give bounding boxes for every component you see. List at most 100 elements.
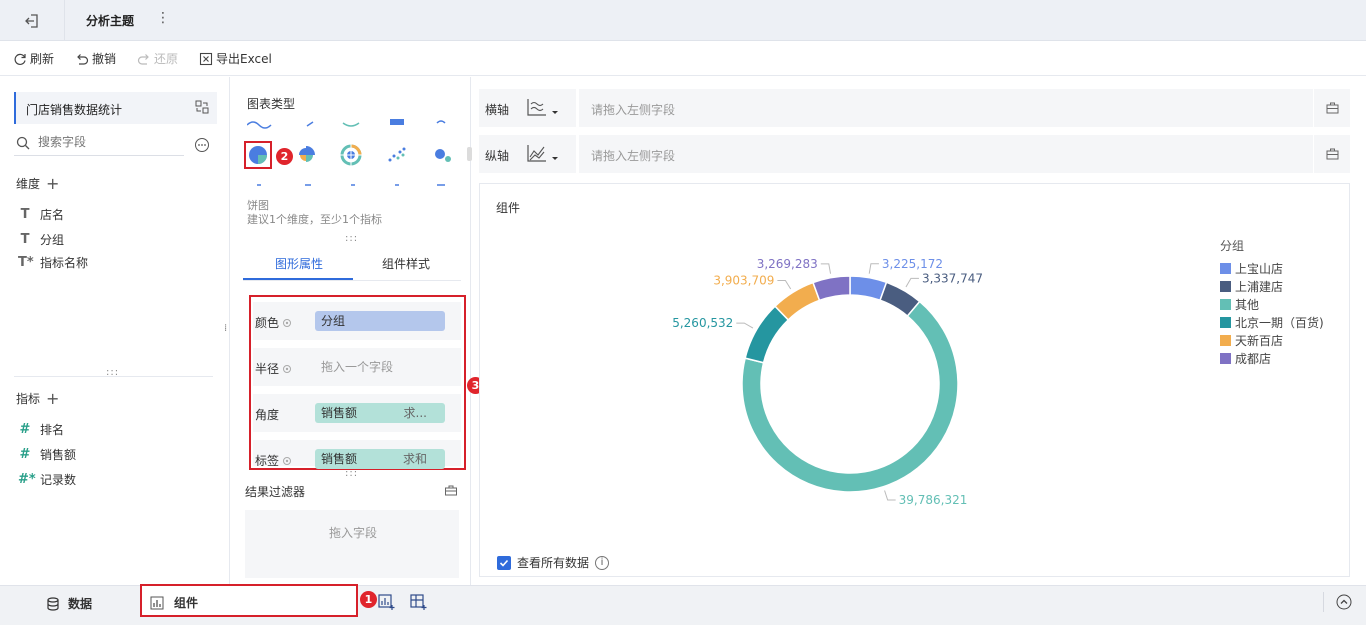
chart-type-multilayer-pie[interactable] — [337, 141, 365, 169]
info-icon[interactable]: i — [595, 555, 610, 570]
y-axis-chart-icon[interactable] — [525, 142, 563, 166]
resize-handle[interactable]: ::: — [345, 468, 358, 479]
legend-item[interactable]: 其他 — [1220, 295, 1324, 313]
topbar-divider — [64, 0, 65, 41]
text-field-icon: T — [20, 207, 30, 222]
add-component-icon[interactable] — [378, 593, 396, 611]
show-all-checkbox[interactable] — [497, 555, 511, 570]
refresh-button[interactable]: 刷新 — [13, 50, 54, 67]
label-leader-line — [868, 263, 879, 274]
collapse-icon[interactable] — [1336, 594, 1352, 610]
data-label: 3,903,709 — [713, 274, 774, 288]
legend-item[interactable]: 成都店 — [1220, 349, 1324, 367]
x-axis-drop-zone[interactable]: 请拖入左侧字段 — [576, 89, 1312, 127]
legend-label: 其他 — [1235, 297, 1260, 312]
legend-item[interactable]: 上浦建店 — [1220, 277, 1324, 295]
prop-label: 半径 — [255, 362, 280, 376]
label-leader-line — [884, 490, 896, 501]
briefcase-icon — [1326, 102, 1339, 114]
bar-chart-icon — [150, 596, 164, 609]
legend-label: 上浦建店 — [1235, 279, 1284, 294]
redo-icon — [137, 53, 149, 65]
dataset-selector[interactable]: 门店销售数据统计 — [14, 92, 217, 124]
gear-icon[interactable] — [282, 364, 292, 374]
y-axis-drop-zone[interactable]: 请拖入左侧字段 — [576, 135, 1312, 173]
chip-label: 分组 — [321, 314, 346, 328]
chart-type-label: 图表类型 — [247, 97, 296, 111]
chart-type-rose[interactable] — [292, 141, 320, 169]
more-menu-icon[interactable]: ⋮ — [156, 10, 170, 26]
property-tabs: 图形属性 组件样式 — [243, 247, 461, 281]
component-tab[interactable]: 组件 — [140, 584, 358, 617]
add-metric-icon[interactable]: + — [46, 390, 59, 406]
field-label: 指标名称 — [40, 256, 89, 270]
refresh-label: 刷新 — [30, 52, 55, 66]
angle-field-chip[interactable]: 销售额 求... — [315, 403, 445, 423]
chart-type-scatter[interactable] — [383, 141, 411, 169]
gear-icon[interactable] — [282, 318, 292, 328]
gear-icon[interactable] — [282, 456, 292, 466]
field-label: 店名 — [40, 208, 65, 222]
x-axis-label: 横轴 — [485, 103, 510, 117]
bubble-chart-icon — [435, 149, 451, 162]
color-field-chip[interactable]: 分组 — [315, 311, 445, 331]
chip-label: 拖入一个字段 — [321, 360, 394, 374]
chart-description: 饼图 建议1个维度，至少1个指标 — [247, 199, 382, 227]
search-input[interactable] — [38, 135, 178, 149]
prop-label-field: 标签 销售额 求和 — [253, 440, 461, 469]
add-dimension-icon[interactable]: + — [46, 175, 59, 191]
prop-color: 颜色 分组 — [253, 302, 461, 340]
more-options-icon[interactable] — [194, 137, 210, 153]
label-leader-line — [905, 277, 919, 288]
filter-drop-zone[interactable]: 拖入字段 — [245, 510, 459, 578]
chart-config-panel: 图表类型 2 饼图 建议1个维度，至少1个指标::: 图形属性 组件样式 颜色… — [231, 77, 484, 585]
dimension-field[interactable]: T* 指标名称 — [18, 254, 88, 271]
exit-icon[interactable] — [22, 11, 42, 31]
donut-slice[interactable] — [812, 275, 851, 302]
tab-graphic-properties[interactable]: 图形属性 — [275, 255, 323, 272]
export-excel-button[interactable]: 导出Excel — [199, 50, 272, 67]
dimension-field[interactable]: T 店名 — [18, 206, 64, 223]
panel-resize-handle[interactable]: ⁞ — [224, 323, 228, 334]
metric-field[interactable]: # 排名 — [18, 421, 64, 438]
scatter-chart-icon — [388, 147, 406, 162]
legend-item[interactable]: 北京一期（百货) — [1220, 313, 1324, 331]
data-tab[interactable]: 数据 — [46, 595, 92, 612]
chart-legend: 分组 上宝山店 上浦建店 其他 北京一期（百货) 天新百店 成都店 — [1220, 237, 1324, 367]
metric-field[interactable]: #* 记录数 — [18, 471, 76, 488]
field-label: 记录数 — [40, 473, 77, 487]
prop-radius: 半径 拖入一个字段 — [253, 348, 461, 386]
show-all-data[interactable]: 查看所有数据 i — [497, 554, 610, 571]
tab-component-style[interactable]: 组件样式 — [382, 255, 430, 272]
chart-type-pie[interactable] — [244, 141, 272, 169]
legend-label: 成都店 — [1235, 351, 1272, 366]
legend-label: 天新百店 — [1235, 333, 1284, 348]
x-axis-chart-icon[interactable] — [525, 96, 563, 120]
undo-button[interactable]: 撤销 — [75, 50, 116, 67]
resize-handle[interactable]: ::: — [106, 367, 119, 378]
filter-settings-icon[interactable] — [444, 483, 458, 497]
prop-label: 标签 — [255, 454, 280, 468]
metric-field[interactable]: # 销售额 — [18, 446, 76, 463]
legend-item[interactable]: 上宝山店 — [1220, 259, 1324, 277]
donut-slice[interactable] — [744, 305, 790, 364]
chart-types-row-partial — [257, 184, 445, 186]
rose-chart-icon — [299, 146, 315, 162]
label-field-chip[interactable]: 销售额 求和 — [315, 449, 445, 469]
chip-label: 销售额 — [321, 406, 358, 420]
x-axis-settings-button[interactable] — [1313, 89, 1350, 127]
y-axis-settings-button[interactable] — [1313, 135, 1350, 173]
data-label: 5,260,532 — [672, 316, 733, 330]
chart-types-scrollbar[interactable] — [467, 147, 472, 161]
dimension-field[interactable]: T 分组 — [18, 231, 64, 248]
legend-item[interactable]: 天新百店 — [1220, 331, 1324, 349]
refresh-icon — [14, 53, 26, 65]
resize-handle[interactable]: ::: — [345, 233, 358, 244]
switch-dataset-icon[interactable] — [195, 100, 209, 114]
add-dashboard-icon[interactable] — [410, 593, 428, 611]
radius-drop-zone[interactable]: 拖入一个字段 — [315, 357, 445, 377]
redo-button[interactable]: 还原 — [137, 50, 178, 67]
prop-angle: 角度 销售额 求... — [253, 394, 461, 432]
chart-type-bubble[interactable] — [429, 141, 457, 169]
label-leader-line — [736, 322, 754, 329]
